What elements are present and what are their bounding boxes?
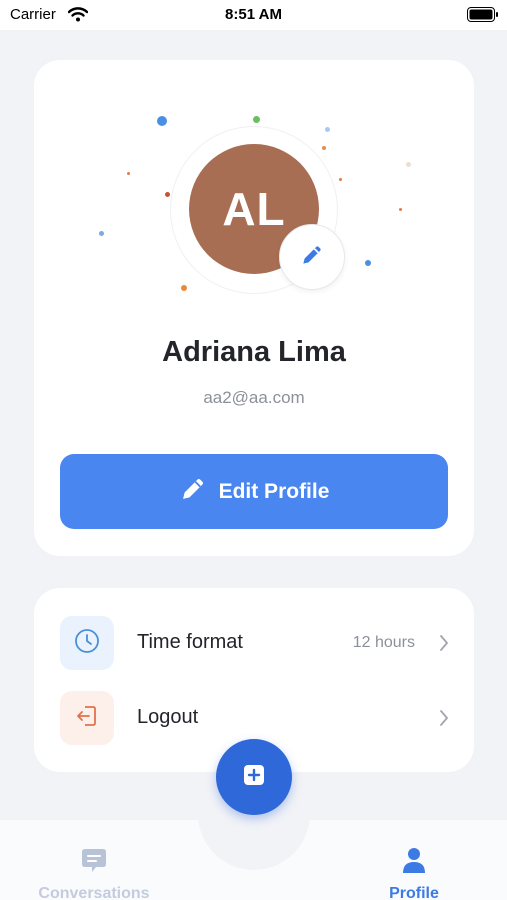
confetti-dot (406, 162, 411, 167)
confetti-dot (157, 116, 167, 126)
avatar-edit-button[interactable] (279, 224, 345, 290)
confetti-dot (181, 285, 187, 291)
tab-conversations[interactable]: Conversations (14, 846, 174, 900)
pencil-icon (179, 475, 207, 509)
person-icon (400, 848, 428, 878)
status-bar: Carrier 8:51 AM (0, 0, 507, 30)
time-format-label: Time format (137, 631, 243, 653)
chevron-right-icon (439, 634, 449, 657)
profile-name: Adriana Lima (162, 336, 346, 368)
confetti-dot (365, 260, 371, 266)
confetti-dot (322, 146, 326, 150)
logout-icon-box (60, 691, 114, 745)
battery-icon (467, 7, 499, 27)
tab-conversations-label: Conversations (38, 885, 150, 900)
time-format-value: 12 hours (352, 634, 415, 651)
time-format-row[interactable]: Time format 12 hours (60, 616, 455, 670)
confetti-dot (399, 208, 402, 211)
confetti-dot (165, 192, 170, 197)
edit-profile-label: Edit Profile (218, 479, 330, 503)
confetti-dot (99, 231, 104, 236)
pencil-icon (299, 242, 325, 273)
tab-profile[interactable]: Profile (334, 846, 494, 900)
new-chat-button[interactable] (216, 739, 292, 815)
status-time: 8:51 AM (225, 6, 282, 23)
confetti-dot (325, 127, 330, 132)
chat-bubble-icon (80, 849, 108, 878)
tab-profile-label: Profile (389, 885, 439, 900)
confetti-dot (253, 116, 260, 123)
time-format-icon-box (60, 616, 114, 670)
profile-email: aa2@aa.com (203, 388, 305, 407)
clock-icon (73, 627, 101, 660)
chevron-right-icon (439, 709, 449, 732)
logout-row[interactable]: Logout (60, 691, 455, 745)
confetti-dot (127, 172, 130, 175)
confetti-dot (339, 178, 342, 181)
logout-icon (73, 702, 101, 735)
edit-profile-button[interactable]: Edit Profile (60, 454, 448, 529)
logout-label: Logout (137, 706, 199, 728)
avatar-initials: AL (222, 183, 286, 235)
new-chat-icon (240, 761, 268, 794)
